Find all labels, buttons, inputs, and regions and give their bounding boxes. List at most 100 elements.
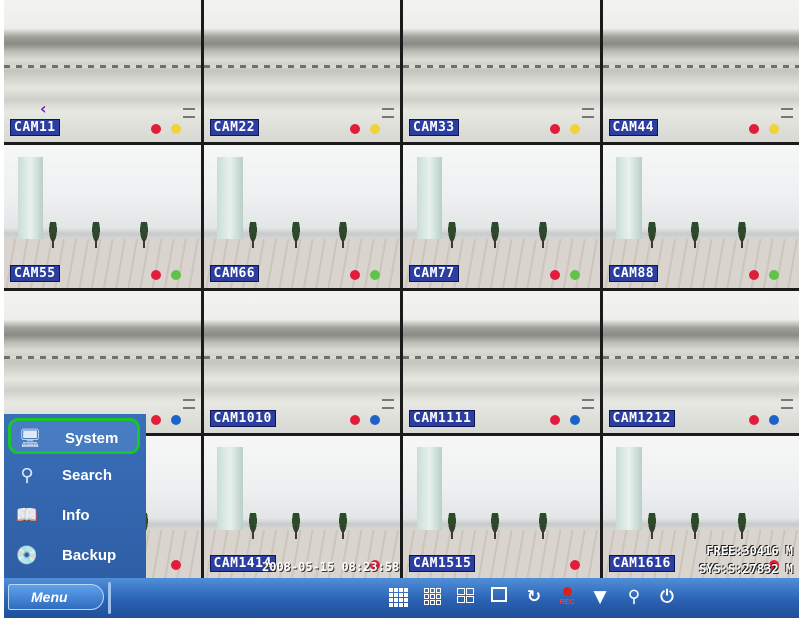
audio-icon: ‹ [40,99,47,119]
menu-item-system[interactable]: 🖥 System [8,418,140,454]
hdd-icon [581,398,594,409]
event-status-dot [370,124,380,135]
camera-label: CAM22 [209,119,260,137]
camera-tile[interactable]: CAM88 [602,145,799,288]
scene-pillar [17,156,44,245]
scene-pillar [616,156,642,245]
camera-tile[interactable]: CAM55 [4,145,201,288]
hdd-icon [581,108,594,119]
event-status-dot [769,414,779,425]
layout-1-button[interactable] [490,586,512,608]
hdd-icon [182,398,195,409]
record-status-dot [350,124,360,135]
scene-plant [736,512,749,539]
record-status-dot [150,124,161,135]
camera-tile[interactable]: CAM44 [602,0,799,143]
scene-plant [736,222,749,249]
menu-item-search[interactable]: ⚲ Search [8,458,140,494]
bottom-toolbar: Menu ↻ REC ▼ ⚲ ⏻ [4,578,799,618]
power-button[interactable]: ⏻ [656,586,678,608]
camera-tile[interactable]: CAM1010 [203,290,400,433]
menu-item-label: Backup [62,547,117,564]
layout-16-button[interactable] [388,586,410,608]
scene-plant [645,222,658,249]
camera-tile[interactable]: CAM1212 [602,290,799,433]
camera-tile[interactable]: CAM33 [403,0,600,143]
sequence-button[interactable]: ↻ [523,586,545,608]
camera-tile[interactable]: CAM1515 [403,435,600,578]
scene-pillar [217,447,243,536]
camera-tile[interactable]: CAM77 [403,145,600,288]
power-icon: ⏻ [660,587,674,607]
camera-tile[interactable]: ‹ CAM11 [4,0,201,143]
scene-plant [489,512,502,539]
camera-label: CAM66 [209,264,260,282]
hdd-icon [781,108,793,119]
camera-tile[interactable]: CAM66 [203,145,400,288]
event-status-dot [370,269,380,280]
menu-item-info[interactable]: 📖 Info [8,498,140,534]
camera-label: CAM33 [409,119,459,137]
scene-plant [137,222,150,249]
scene-plant [90,222,103,249]
layout-1-icon [491,587,507,602]
record-status-dot [749,124,759,135]
camera-label: CAM1010 [209,409,276,427]
camera-label: CAM1212 [608,409,675,427]
record-button[interactable]: REC [556,586,578,608]
record-status-dot [749,269,759,280]
event-status-dot [170,414,181,425]
datetime-readout: 2008-05-15 08:23:58 [262,560,400,574]
hdd-icon [382,108,394,119]
ptz-dome-camera-icon: ▼ [593,587,607,607]
zoom-button[interactable]: ⚲ [623,586,645,608]
layout-16-icon [388,586,410,607]
scene-plant [536,222,549,249]
event-status-dot [170,269,181,280]
event-status-dot [370,414,380,425]
scene-pillar [416,447,443,536]
menu-item-label: Info [62,507,90,524]
info-book-icon: 📖 [15,505,39,526]
search-icon: ⚲ [20,465,34,486]
camera-label: CAM88 [608,264,659,282]
menu-item-label: System [65,430,119,447]
hdd-icon [382,398,394,409]
scene-plant [246,512,259,539]
zoom-icon: ⚲ [627,587,641,607]
menu-button-label: Menu [31,589,68,605]
event-status-dot [569,269,580,280]
scene-plant [246,222,259,249]
scene-pillar [616,447,642,536]
ptz-button[interactable]: ▼ [589,586,611,608]
scene-plant [645,512,658,539]
backup-disc-icon: 💿 [15,545,39,566]
event-status-dot [569,124,580,135]
camera-tile[interactable]: CAM1414 [203,435,400,578]
record-status-dot [749,414,759,425]
layout-9-icon [422,586,444,605]
camera-tile[interactable]: CAM1111 [403,290,600,433]
record-status-dot [549,124,560,135]
record-status-dot [350,414,360,425]
menu-item-backup[interactable]: 💿 Backup [8,538,140,574]
record-status-dot [150,269,161,280]
scene-plant [489,222,502,249]
event-status-dot [769,124,779,135]
record-status-dot [549,414,560,425]
toolbar-divider [108,582,111,614]
camera-tile[interactable] [4,290,201,433]
sequence-rotate-icon: ↻ [526,587,542,607]
camera-label: CAM55 [10,264,60,282]
scene-plant [337,222,350,249]
scene-plant [536,512,549,539]
menu-button[interactable]: Menu [8,584,104,610]
camera-tile[interactable]: CAM22 [203,0,400,143]
layout-4-button[interactable] [456,586,478,608]
main-menu-panel: 🖥 System ⚲ Search 📖 Info 💿 Backup [4,414,146,578]
layout-9-button[interactable] [422,586,444,608]
scene-plant [289,222,302,249]
scene-plant [289,512,302,539]
camera-label: CAM77 [409,264,459,282]
scene-plant [688,512,701,539]
